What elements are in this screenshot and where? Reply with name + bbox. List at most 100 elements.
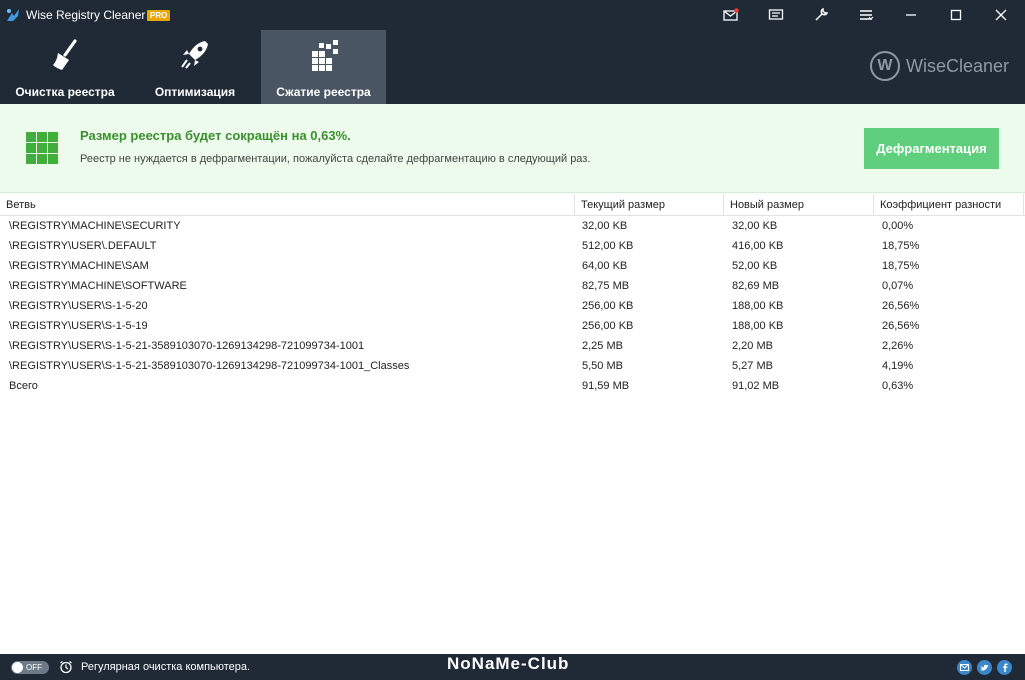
tab-optimization[interactable]: Оптимизация <box>130 30 260 104</box>
table-row[interactable]: Всего 91,59 MB 91,02 MB 0,63% <box>0 376 1025 396</box>
scheduled-clean-toggle[interactable]: OFF <box>11 661 49 674</box>
email-icon <box>960 664 969 671</box>
cell-branch: \REGISTRY\MACHINE\SECURITY <box>9 220 181 232</box>
minimize-icon <box>906 14 916 16</box>
pro-badge: PRO <box>147 10 171 21</box>
top-bar: Wise Registry Cleaner X PRO Очистка реес… <box>0 0 1025 104</box>
watermark: NoNaMe-Club <box>447 654 570 673</box>
alarm-clock-icon <box>60 661 72 674</box>
table-body: \REGISTRY\MACHINE\SECURITY 32,00 KB 32,00 … <box>0 216 1025 396</box>
tab-registry-cleaner[interactable]: Очистка реестра <box>0 30 130 104</box>
scheduled-clean-label[interactable]: Регулярная очистка компьютера. <box>81 661 250 673</box>
column-header-branch[interactable]: Ветвь <box>0 194 575 216</box>
rocket-icon <box>181 41 208 69</box>
cell-current-size: 32,00 KB <box>582 220 628 232</box>
cell-current-size: 512,00 KB <box>582 240 634 252</box>
cell-branch: \REGISTRY\USER\S-1-5-21-3589103070-12691… <box>9 340 365 352</box>
close-button[interactable] <box>989 4 1013 26</box>
menu-button[interactable] <box>854 4 878 26</box>
toggle-knob <box>12 662 23 673</box>
toggle-label: OFF <box>26 663 42 672</box>
cell-branch: \REGISTRY\MACHINE\SAM <box>9 260 149 272</box>
cell-new-size: 32,00 KB <box>732 220 778 232</box>
tab-label: Оптимизация <box>154 85 236 99</box>
cell-ratio: 0,07% <box>882 280 914 292</box>
twitter-button[interactable] <box>977 660 992 675</box>
mail-button[interactable] <box>719 4 743 26</box>
table-row[interactable]: \REGISTRY\MACHINE\SAM 64,00 KB 52,00 KB 18,… <box>0 256 1025 276</box>
close-icon <box>995 9 1007 21</box>
cell-ratio: 2,26% <box>882 340 914 352</box>
wrench-icon <box>815 7 829 21</box>
feedback-button[interactable] <box>764 4 788 26</box>
cell-branch: \REGISTRY\USER\S-1-5-19 <box>9 320 148 332</box>
app-logo-icon <box>7 9 19 21</box>
table-row[interactable]: \REGISTRY\MACHINE\SECURITY 32,00 KB 32,00 … <box>0 216 1025 236</box>
result-banner: Размер реестра будет сокращён на 0,63%. … <box>0 104 1025 193</box>
status-bar: OFF Регулярная очистка компьютера. NoNaM… <box>0 654 1025 680</box>
registry-table: Ветвь Текущий размер Новый размер Коэффи… <box>0 194 1025 396</box>
facebook-button[interactable] <box>997 660 1012 675</box>
cell-ratio: 0,00% <box>882 220 914 232</box>
email-share-button[interactable] <box>957 660 972 675</box>
tab-registry-defrag[interactable]: Сжатие реестра <box>261 30 386 104</box>
banner-subtitle: Реестр не нуждается в дефрагментации, по… <box>80 153 591 165</box>
minimize-button[interactable] <box>899 4 923 26</box>
brand-logo-icon: W <box>869 51 900 81</box>
cell-branch: \REGISTRY\USER\.DEFAULT <box>9 240 157 252</box>
table-row[interactable]: \REGISTRY\USER\.DEFAULT 512,00 KB 416,00 K… <box>0 236 1025 256</box>
cell-ratio: 4,19% <box>882 360 914 372</box>
chat-icon <box>768 9 784 20</box>
cell-new-size: 188,00 KB <box>732 300 784 312</box>
column-header-new-size[interactable]: Новый размер <box>724 194 874 216</box>
cell-new-size: 5,27 MB <box>732 360 773 372</box>
cell-ratio: 26,56% <box>882 300 920 312</box>
cell-current-size: 64,00 KB <box>582 260 628 272</box>
broom-icon <box>53 39 77 70</box>
table-row[interactable]: \REGISTRY\MACHINE\SOFTWARE 82,75 MB 82,69 … <box>0 276 1025 296</box>
mail-icon <box>723 8 739 21</box>
app-title: Wise Registry Cleaner X <box>26 8 157 22</box>
cell-new-size: 52,00 KB <box>732 260 778 272</box>
cell-current-size: 5,50 MB <box>582 360 623 372</box>
title-bar: Wise Registry Cleaner X PRO <box>0 0 1025 30</box>
cell-new-size: 82,69 MB <box>732 280 780 292</box>
cell-branch: \REGISTRY\USER\S-1-5-21-3589103070-12691… <box>9 360 410 372</box>
brand-name: WiseCleaner <box>905 55 1009 76</box>
maximize-button[interactable] <box>944 4 968 26</box>
menu-icon <box>860 10 874 20</box>
column-header-ratio[interactable]: Коэффициент разности <box>874 194 1024 216</box>
blocks-icon <box>311 40 338 71</box>
settings-button[interactable] <box>809 4 833 26</box>
cell-current-size: 82,75 MB <box>582 280 630 292</box>
cell-current-size: 256,00 KB <box>582 320 634 332</box>
grid-icon <box>26 132 58 164</box>
cell-branch: \REGISTRY\USER\S-1-5-20 <box>9 300 148 312</box>
table-header: Ветвь Текущий размер Новый размер Коэффи… <box>0 194 1025 216</box>
cell-current-size: 256,00 KB <box>582 300 634 312</box>
cell-branch: \REGISTRY\MACHINE\SOFTWARE <box>9 280 187 292</box>
table-row[interactable]: \REGISTRY\USER\S-1-5-21-3589103070-12691… <box>0 336 1025 356</box>
facebook-icon <box>1002 663 1007 672</box>
cell-new-size: 2,20 MB <box>732 340 773 352</box>
table-row[interactable]: \REGISTRY\USER\S-1-5-20 256,00 KB 188,00 K… <box>0 296 1025 316</box>
defragment-button[interactable]: Дефрагментация <box>864 128 999 169</box>
tab-label: Очистка реестра <box>15 85 115 99</box>
banner-title: Размер реестра будет сокращён на 0,63%. <box>80 128 351 143</box>
cell-ratio: 18,75% <box>882 260 920 272</box>
tab-label: Сжатие реестра <box>276 85 371 99</box>
cell-ratio: 26,56% <box>882 320 920 332</box>
cell-current-size: 91,59 MB <box>582 380 630 392</box>
cell-new-size: 91,02 MB <box>732 380 780 392</box>
cell-current-size: 2,25 MB <box>582 340 623 352</box>
cell-ratio: 18,75% <box>882 240 920 252</box>
maximize-icon <box>950 9 962 21</box>
column-header-current-size[interactable]: Текущий размер <box>575 194 724 216</box>
cell-ratio: 0,63% <box>882 380 914 392</box>
twitter-icon <box>980 664 989 670</box>
wisecleaner-logo[interactable]: W WiseCleaner <box>869 51 1009 81</box>
cell-branch: Всего <box>9 380 38 392</box>
cell-new-size: 416,00 KB <box>732 240 784 252</box>
table-row[interactable]: \REGISTRY\USER\S-1-5-21-3589103070-12691… <box>0 356 1025 376</box>
table-row[interactable]: \REGISTRY\USER\S-1-5-19 256,00 KB 188,00 K… <box>0 316 1025 336</box>
